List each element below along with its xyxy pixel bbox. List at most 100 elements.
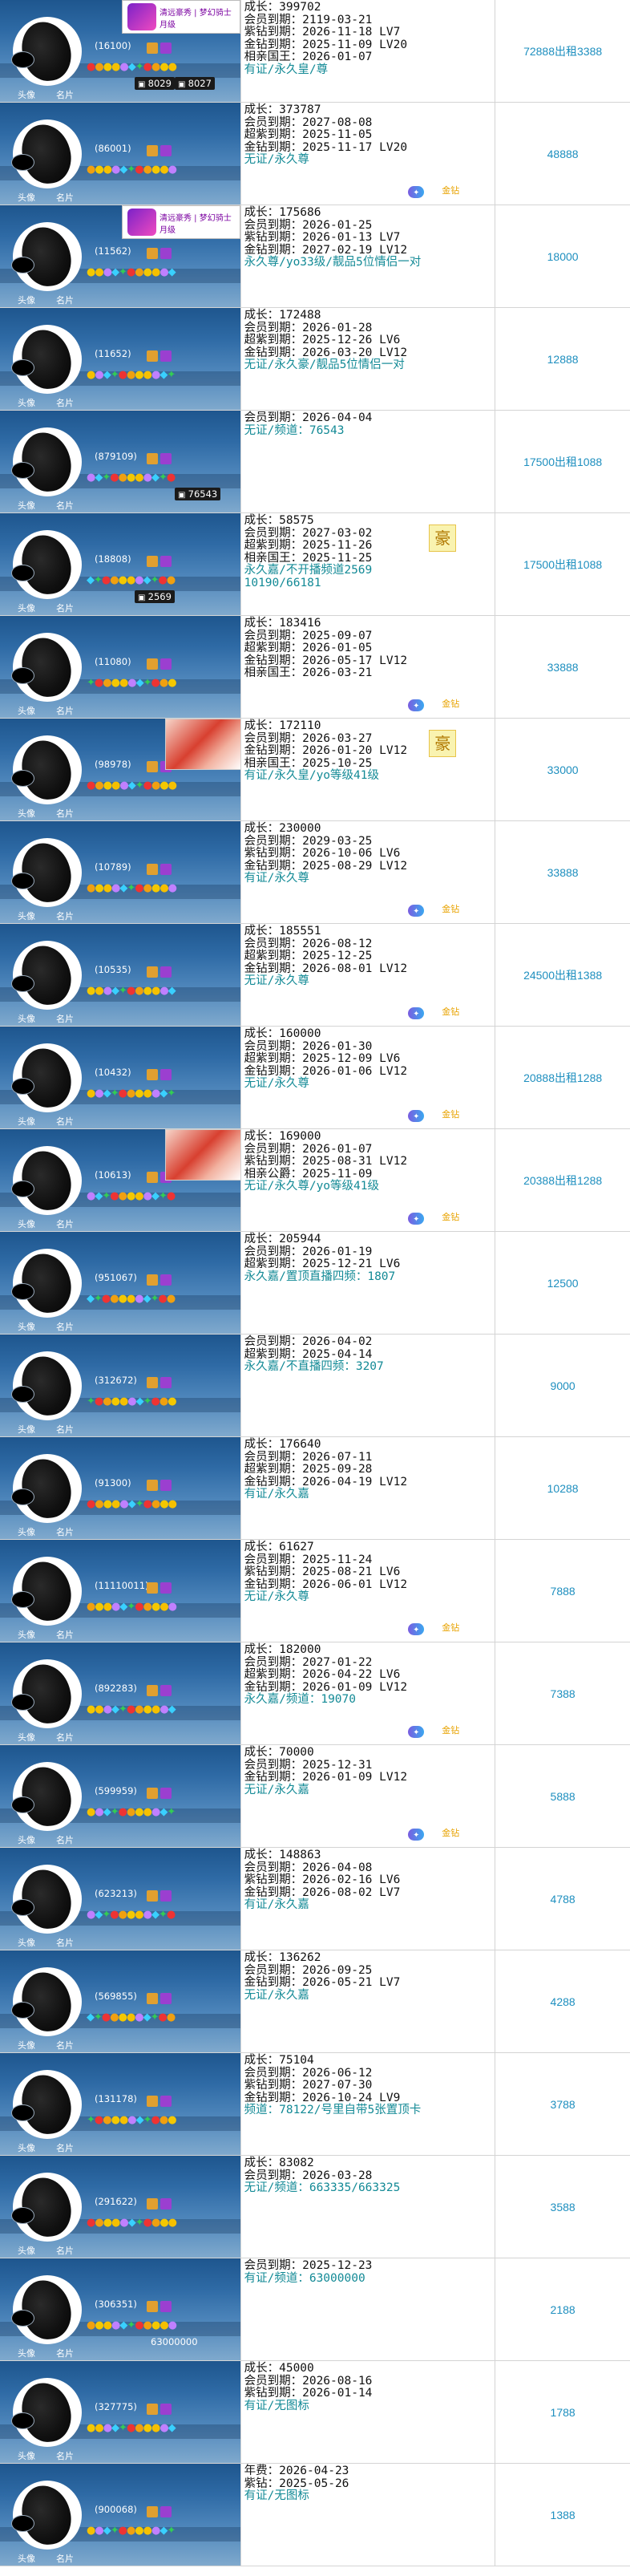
table-row[interactable]: (11562) ●●●◆✦●●●●●◆ 清远豪秀 | 梦幻骑士 月级 头像 名片 成长：1… <box>0 205 630 308</box>
table-row[interactable]: (98978) ●●●●●◆✦●●●● 头像 名片 成长：172110 会员到期：2026… <box>0 719 630 821</box>
card-label[interactable]: 名片 <box>56 88 74 101</box>
level-icon: ● <box>103 1601 112 1613</box>
table-row[interactable]: (623213) ●◆✦●●●●●◆✦● 头像 名片 成长：148863 会员到期：202… <box>0 1848 630 1950</box>
card-label[interactable]: 名片 <box>56 1525 74 1538</box>
avatar-label[interactable]: 头像 <box>18 807 35 820</box>
avatar-label[interactable]: 头像 <box>18 2449 35 2462</box>
card-label[interactable]: 名片 <box>56 191 74 204</box>
table-row[interactable]: (10432) ●●◆✦●●●●●◆✦ 头像 名片 成长：160000 会员到期：2026… <box>0 1027 630 1129</box>
avatar-label[interactable]: 头像 <box>18 1012 35 1025</box>
table-row[interactable]: (18808)◆✦●●●●●◆✦●●2569头像名片成长：58575会员到期：2… <box>0 513 630 616</box>
card-label[interactable]: 名片 <box>56 1320 74 1333</box>
avatar-label[interactable]: 头像 <box>18 601 35 614</box>
card-label[interactable]: 名片 <box>56 2244 74 2257</box>
table-row[interactable]: (569855) ◆✦●●●●●◆✦●● 头像 名片 成长：136262 会员到期：202… <box>0 1950 630 2053</box>
level-icon: ● <box>126 2011 135 2023</box>
profile-cell: (569855) ◆✦●●●●●◆✦●● 头像 名片 <box>0 1950 240 2052</box>
card-label[interactable]: 名片 <box>56 1423 74 1436</box>
price: 3588 <box>550 2200 575 2213</box>
table-row[interactable]: (10613) ●◆✦●●●●●◆✦● 头像 名片 成长：169000 会员到期：2026… <box>0 1129 630 1232</box>
card-label[interactable]: 名片 <box>56 499 74 512</box>
table-row[interactable]: (10789) ●●●●◆✦●●●●● 头像 名片 成长：230000 会员到期：2029… <box>0 821 630 924</box>
table-row[interactable]: (327775) ●●●◆✦●●●●●◆ 头像 名片 成长：45000 会员到期：2026… <box>0 2361 630 2464</box>
card-label[interactable]: 名片 <box>56 2347 74 2359</box>
avatar-label[interactable]: 头像 <box>18 1833 35 1846</box>
account-number: (86001) <box>95 143 131 154</box>
crown-icon <box>147 556 158 567</box>
hao-icon: 豪 <box>429 525 457 552</box>
avatar-label[interactable]: 头像 <box>18 88 35 101</box>
avatar-label[interactable]: 头像 <box>18 294 35 306</box>
level-icon: ✦ <box>150 2011 160 2023</box>
card-label[interactable]: 名片 <box>56 2039 74 2051</box>
rank-badges <box>144 1785 172 1800</box>
table-row[interactable]: (11080) ✦●●●●●◆✦●●● 头像 名片 成长：183416 会员到期：2025… <box>0 616 630 719</box>
table-row[interactable]: (11652) ●●◆✦●●●●●◆✦ 头像 名片 成长：172488 会员到期：2026… <box>0 308 630 411</box>
avatar-label[interactable]: 头像 <box>18 1320 35 1333</box>
table-row[interactable]: (599959) ●●◆✦●●●●●◆✦ 头像 名片 成长：70000 会员到期：2025… <box>0 1745 630 1848</box>
table-row[interactable]: (86001) ●●●●◆✦●●●●● 头像 名片 成长：373787 会员到期：2027… <box>0 103 630 205</box>
level-icon: ● <box>168 61 177 73</box>
avatar-label[interactable]: 头像 <box>18 2039 35 2051</box>
card-label[interactable]: 名片 <box>56 1628 74 1641</box>
avatar-label[interactable]: 头像 <box>18 2244 35 2257</box>
card-label[interactable]: 名片 <box>56 807 74 820</box>
avatar-label[interactable]: 头像 <box>18 396 35 409</box>
card-label[interactable]: 名片 <box>56 294 74 306</box>
card-label[interactable]: 名片 <box>56 1833 74 1846</box>
table-row[interactable]: (11110011) ●●●●◆✦●●●●● 头像 名片 成长：61627 会员到期：20… <box>0 1540 630 1642</box>
table-row[interactable]: (306351) ●●●●◆✦●●●●● 63000000 头像 名片 会员到期：2025… <box>0 2258 630 2361</box>
gold-label: 金钻 <box>442 1827 460 1838</box>
detail-line: 紫钻到期：2026-01-13 LV7 <box>244 231 401 244</box>
avatar-label[interactable]: 头像 <box>18 1525 35 1538</box>
card-label[interactable]: 名片 <box>56 1115 74 1128</box>
card-label[interactable]: 名片 <box>56 2552 74 2565</box>
card-label[interactable]: 名片 <box>56 2141 74 2154</box>
avatar-label[interactable]: 头像 <box>18 1731 35 1744</box>
level-icon: ● <box>111 2319 120 2331</box>
level-icon: ● <box>135 1703 143 1715</box>
card-label[interactable]: 名片 <box>56 1936 74 1949</box>
table-row[interactable]: (879109)●◆✦●●●●●◆✦●76543头像名片会员到期：2026-04… <box>0 411 630 513</box>
card-label[interactable]: 名片 <box>56 2449 74 2462</box>
avatar-label[interactable]: 头像 <box>18 499 35 512</box>
avatar-label[interactable]: 头像 <box>18 704 35 717</box>
level-icon: ◆ <box>143 1293 151 1305</box>
card-label[interactable]: 名片 <box>56 1012 74 1025</box>
level-icon: ● <box>135 2011 143 2023</box>
detail-line: 会员到期：2026-01-25 <box>244 218 373 232</box>
detail-line: 会员到期：2026-04-04 <box>244 411 373 424</box>
avatar-label[interactable]: 头像 <box>18 191 35 204</box>
avatar-label[interactable]: 头像 <box>18 1217 35 1230</box>
avatar-label[interactable]: 头像 <box>18 909 35 922</box>
account-number: (131178) <box>95 2093 137 2104</box>
avatar-label[interactable]: 头像 <box>18 1115 35 1128</box>
table-row[interactable]: (91300) ●●●●●◆✦●●●● 头像 名片 成长：176640 会员到期：2026… <box>0 1437 630 1540</box>
avatar-label[interactable]: 头像 <box>18 1423 35 1436</box>
card-label[interactable]: 名片 <box>56 601 74 614</box>
card-label[interactable]: 名片 <box>56 1217 74 1230</box>
avatar-label[interactable]: 头像 <box>18 2552 35 2565</box>
avatar-label[interactable]: 头像 <box>18 1936 35 1949</box>
table-row[interactable]: (291622) ●●●●●◆✦●●●● 头像 名片 成长：83082 会员到期：2026… <box>0 2156 630 2258</box>
level-icon: ● <box>168 2319 177 2331</box>
avatar-label[interactable]: 头像 <box>18 2141 35 2154</box>
table-row[interactable]: (900068) ●●◆✦●●●●●◆✦ 头像 名片 年费：2026-04-23 紫钻：2… <box>0 2464 630 2566</box>
table-row[interactable]: (312672) ✦●●●●●◆✦●●● 头像 名片 会员到期：2026-04-02 超紫… <box>0 1335 630 1437</box>
detail-line: 成长：183416 <box>244 617 321 630</box>
card-label[interactable]: 名片 <box>56 909 74 922</box>
card-label[interactable]: 名片 <box>56 396 74 409</box>
avatar-label[interactable]: 头像 <box>18 1628 35 1641</box>
detail-line: 成长：373787 <box>244 103 321 116</box>
avatar-label[interactable]: 头像 <box>18 2347 35 2359</box>
account-details: 成长：172110 会员到期：2026-03-27 金钻到期：2026-01-20 … <box>240 719 495 820</box>
table-row[interactable]: (10535) ●●●◆✦●●●●●◆ 头像 名片 成长：185551 会员到期：2026… <box>0 924 630 1027</box>
card-label[interactable]: 名片 <box>56 1731 74 1744</box>
table-row[interactable]: (892283) ●●●◆✦●●●●●◆ 头像 名片 成长：182000 会员到期：202… <box>0 1642 630 1745</box>
level-icon: ● <box>135 574 143 586</box>
table-row[interactable]: (951067) ◆✦●●●●●◆✦●● 头像 名片 成长：205944 会员到期：202… <box>0 1232 630 1335</box>
table-row[interactable]: (16100)●●●●●◆✦●●●●清远豪秀 | 梦幻骑士 月级80278029… <box>0 0 630 103</box>
table-row[interactable]: (131178) ✦●●●●●◆✦●●● 头像 名片 成长：75104 会员到期：2026… <box>0 2053 630 2156</box>
card-label[interactable]: 名片 <box>56 704 74 717</box>
account-number: (951067) <box>95 1272 137 1283</box>
